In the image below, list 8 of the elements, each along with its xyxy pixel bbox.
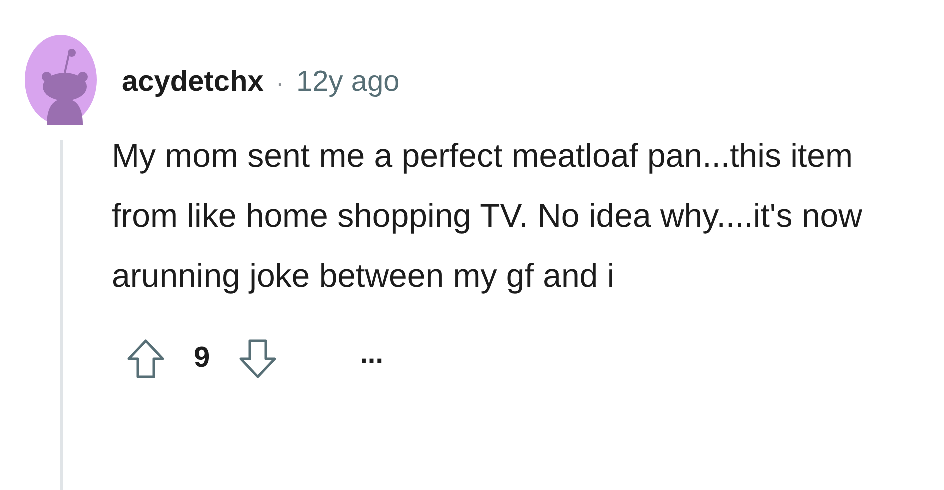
username[interactable]: acydetchx bbox=[122, 61, 264, 105]
separator-dot: · bbox=[276, 66, 285, 100]
comment-text: My mom sent me a perfect meatloaf pan...this item from like home shopping TV. No idea why....it's now arunning joke between my gf and i bbox=[112, 136, 864, 296]
more-options-button[interactable]: ... bbox=[360, 340, 384, 378]
vote-count: 9 bbox=[194, 341, 210, 376]
downvote-icon bbox=[239, 339, 278, 379]
upvote-icon bbox=[127, 339, 165, 379]
timestamp: 12y ago bbox=[296, 65, 400, 100]
